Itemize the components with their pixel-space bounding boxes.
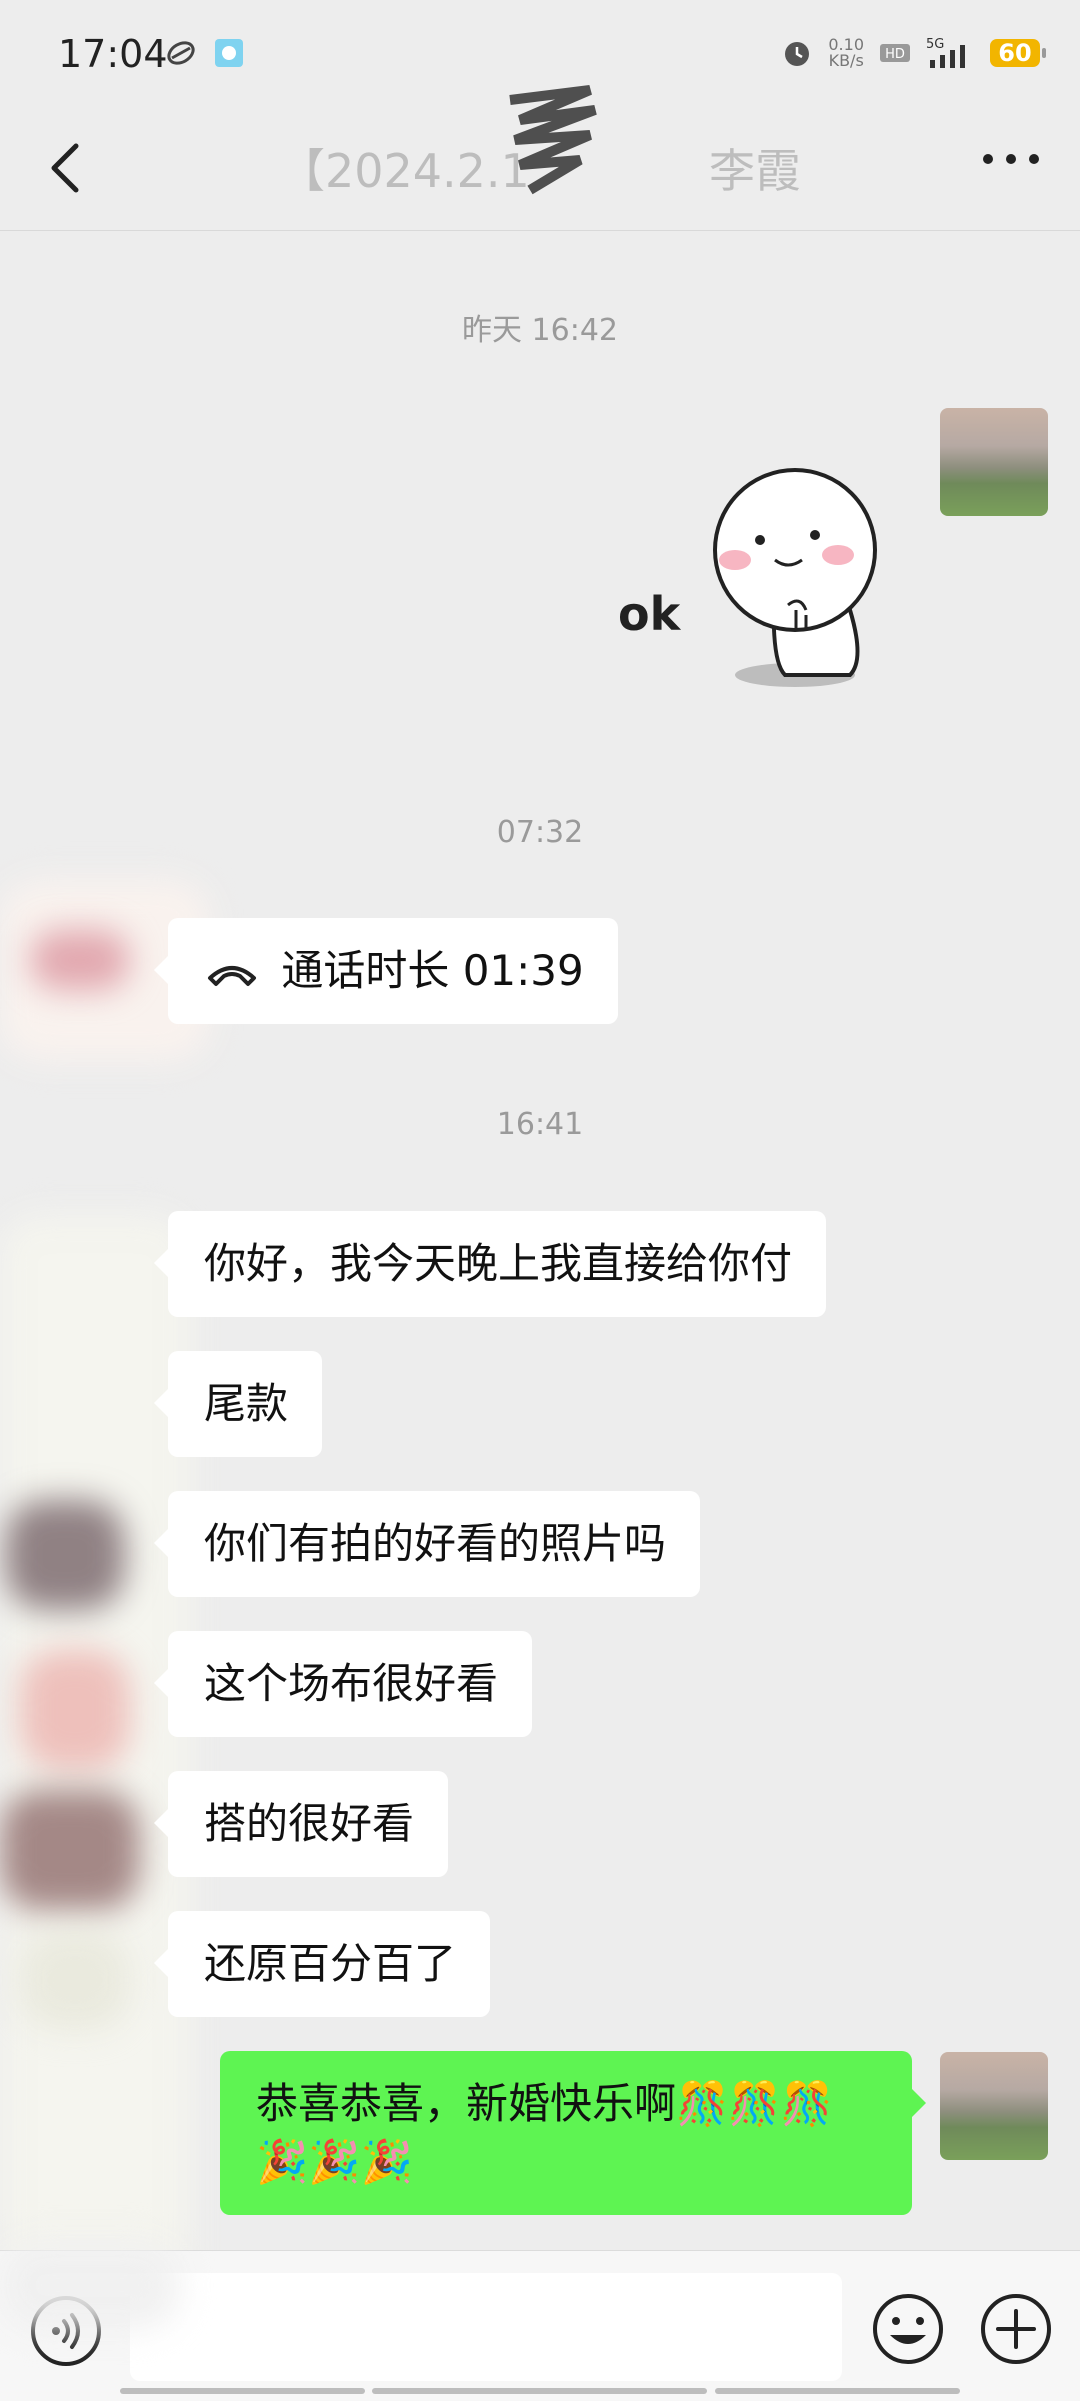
- redacted-avatar-blot: [5, 1500, 125, 1610]
- net-speed: 0.10 KB/s: [828, 37, 864, 69]
- received-message[interactable]: 你好，我今天晚上我直接给你付: [153, 1211, 827, 1317]
- battery-indicator: 60: [990, 39, 1046, 67]
- home-indicator: [715, 2388, 960, 2394]
- message-input[interactable]: [130, 2273, 842, 2381]
- network-type: 5G: [926, 37, 944, 52]
- received-message[interactable]: 尾款: [153, 1351, 323, 1457]
- timestamp: 16:41: [496, 1107, 584, 1142]
- my-avatar[interactable]: [940, 2052, 1048, 2160]
- plus-icon[interactable]: [978, 2291, 1054, 2367]
- status-time: 17:04: [58, 32, 168, 76]
- svg-text:HD: HD: [885, 47, 905, 62]
- sticker-caption: ok: [618, 587, 682, 641]
- ok-sticker[interactable]: ok: [610, 460, 910, 700]
- call-record-bubble[interactable]: 通话时长 01:39: [154, 918, 618, 1024]
- home-indicator: [372, 2388, 707, 2394]
- status-right-icons: 0.10 KB/s HD 5G 60: [780, 36, 1046, 70]
- timestamp: 昨天 16:42: [462, 313, 618, 348]
- redacted-avatar-blot: [30, 930, 130, 990]
- home-indicator: [120, 2388, 365, 2394]
- notification-icons: [164, 36, 246, 70]
- redaction-scribble: [509, 85, 597, 195]
- timestamp: 07:32: [496, 815, 584, 850]
- app-notification-icon: [167, 41, 195, 65]
- image-notification-icon: [215, 39, 243, 67]
- received-message[interactable]: 这个场布很好看: [153, 1631, 533, 1737]
- chat-title-suffix: 李霞: [709, 144, 802, 198]
- redacted-avatar-blot: [20, 1650, 130, 1770]
- received-message[interactable]: 搭的很好看: [153, 1771, 449, 1877]
- hd-icon: HD: [880, 44, 910, 62]
- phone-call-icon: [208, 965, 256, 986]
- chat-title-main: 【2024.2.1: [278, 144, 530, 198]
- signal-icon: 5G: [926, 37, 965, 68]
- received-message[interactable]: 你们有拍的好看的照片吗: [153, 1491, 701, 1597]
- my-avatar[interactable]: [940, 408, 1048, 516]
- alarm-icon: [785, 42, 810, 66]
- emoji-icon[interactable]: [870, 2291, 946, 2367]
- redacted-avatar-blot: [0, 1790, 140, 1910]
- more-dots-icon[interactable]: [976, 134, 1046, 184]
- redacted-avatar-blot: [20, 1930, 130, 2030]
- received-message[interactable]: 还原百分百了: [153, 1911, 491, 2017]
- call-duration-text: 通话时长 01:39: [281, 946, 584, 995]
- chevron-left-icon[interactable]: [36, 136, 100, 200]
- redacted-avatar-blot: [0, 2240, 180, 2330]
- sent-message[interactable]: 恭喜恭喜，新婚快乐啊🎊🎊🎊🎉🎉🎉: [220, 2051, 926, 2215]
- net-speed-unit: KB/s: [828, 51, 864, 70]
